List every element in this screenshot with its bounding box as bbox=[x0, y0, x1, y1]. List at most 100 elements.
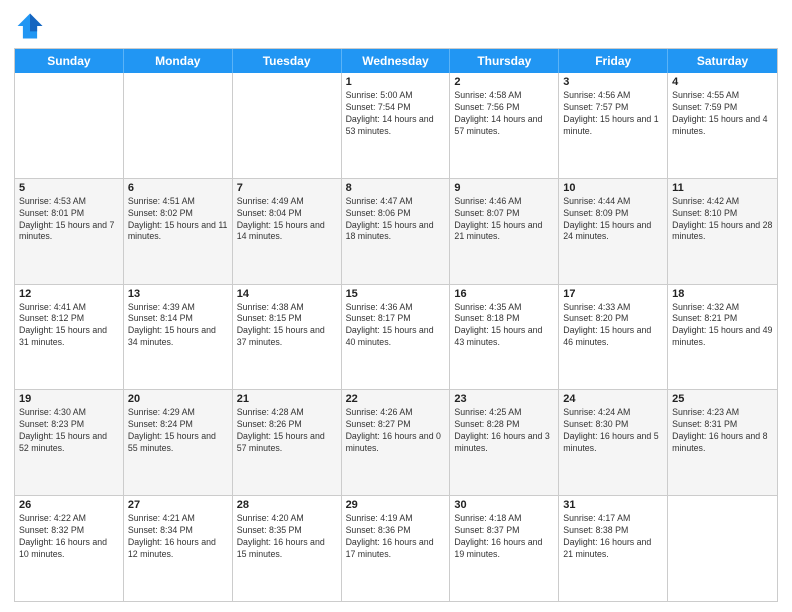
day-info: Sunrise: 4:36 AM Sunset: 8:17 PM Dayligh… bbox=[346, 302, 446, 350]
day-info: Sunrise: 4:53 AM Sunset: 8:01 PM Dayligh… bbox=[19, 196, 119, 244]
cal-cell-r2-c1: 13 Sunrise: 4:39 AM Sunset: 8:14 PM Dayli… bbox=[124, 285, 233, 390]
calendar-row-3: 19 Sunrise: 4:30 AM Sunset: 8:23 PM Dayli… bbox=[15, 389, 777, 495]
cal-cell-r2-c6: 18 Sunrise: 4:32 AM Sunset: 8:21 PM Dayli… bbox=[668, 285, 777, 390]
cal-cell-r1-c0: 5Sunrise: 4:53 AM Sunset: 8:01 PM Daylig… bbox=[15, 179, 124, 284]
calendar-row-2: 12Sunrise: 4:41 AM Sunset: 8:12 PM Dayli… bbox=[15, 284, 777, 390]
calendar-row-4: 26Sunrise: 4:22 AM Sunset: 8:32 PM Dayli… bbox=[15, 495, 777, 601]
day-number: 13 bbox=[128, 288, 228, 300]
day-number: 15 bbox=[346, 288, 446, 300]
header-thursday: Thursday bbox=[450, 49, 559, 73]
page: Sunday Monday Tuesday Wednesday Thursday… bbox=[0, 0, 792, 612]
header bbox=[14, 10, 778, 42]
cal-cell-r0-c0 bbox=[15, 73, 124, 178]
day-info: Sunrise: 4:39 AM Sunset: 8:14 PM Dayligh… bbox=[128, 302, 228, 350]
cal-cell-r2-c3: 15 Sunrise: 4:36 AM Sunset: 8:17 PM Dayli… bbox=[342, 285, 451, 390]
calendar-row-0: 1 Sunrise: 5:00 AM Sunset: 7:54 PM Daylig… bbox=[15, 73, 777, 178]
cal-cell-r1-c1: 6 Sunrise: 4:51 AM Sunset: 8:02 PM Daylig… bbox=[124, 179, 233, 284]
cal-cell-r0-c5: 3 Sunrise: 4:56 AM Sunset: 7:57 PM Daylig… bbox=[559, 73, 668, 178]
day-info: Sunrise: 4:25 AM Sunset: 8:28 PM Dayligh… bbox=[454, 407, 554, 455]
cal-cell-r4-c2: 28 Sunrise: 4:20 AM Sunset: 8:35 PM Dayli… bbox=[233, 496, 342, 601]
calendar: Sunday Monday Tuesday Wednesday Thursday… bbox=[14, 48, 778, 602]
cal-cell-r3-c5: 24Sunrise: 4:24 AM Sunset: 8:30 PM Dayli… bbox=[559, 390, 668, 495]
header-tuesday: Tuesday bbox=[233, 49, 342, 73]
cal-cell-r0-c6: 4 Sunrise: 4:55 AM Sunset: 7:59 PM Daylig… bbox=[668, 73, 777, 178]
day-info: Sunrise: 4:30 AM Sunset: 8:23 PM Dayligh… bbox=[19, 407, 119, 455]
cal-cell-r3-c1: 20Sunrise: 4:29 AM Sunset: 8:24 PM Dayli… bbox=[124, 390, 233, 495]
cal-cell-r2-c5: 17 Sunrise: 4:33 AM Sunset: 8:20 PM Dayli… bbox=[559, 285, 668, 390]
day-info: Sunrise: 4:44 AM Sunset: 8:09 PM Dayligh… bbox=[563, 196, 663, 244]
day-number: 7 bbox=[237, 182, 337, 194]
cal-cell-r0-c1 bbox=[124, 73, 233, 178]
header-friday: Friday bbox=[559, 49, 668, 73]
day-info: Sunrise: 4:41 AM Sunset: 8:12 PM Dayligh… bbox=[19, 302, 119, 350]
day-info: Sunrise: 4:22 AM Sunset: 8:32 PM Dayligh… bbox=[19, 513, 119, 561]
day-number: 27 bbox=[128, 499, 228, 511]
cal-cell-r2-c0: 12Sunrise: 4:41 AM Sunset: 8:12 PM Dayli… bbox=[15, 285, 124, 390]
calendar-body: 1 Sunrise: 5:00 AM Sunset: 7:54 PM Daylig… bbox=[15, 73, 777, 601]
day-number: 22 bbox=[346, 393, 446, 405]
cal-cell-r3-c2: 21 Sunrise: 4:28 AM Sunset: 8:26 PM Dayli… bbox=[233, 390, 342, 495]
day-info: Sunrise: 4:20 AM Sunset: 8:35 PM Dayligh… bbox=[237, 513, 337, 561]
day-number: 28 bbox=[237, 499, 337, 511]
cal-cell-r1-c5: 10 Sunrise: 4:44 AM Sunset: 8:09 PM Dayli… bbox=[559, 179, 668, 284]
day-number: 31 bbox=[563, 499, 663, 511]
day-number: 1 bbox=[346, 76, 446, 88]
day-number: 18 bbox=[672, 288, 773, 300]
logo-icon bbox=[14, 10, 46, 42]
day-info: Sunrise: 4:33 AM Sunset: 8:20 PM Dayligh… bbox=[563, 302, 663, 350]
day-info: Sunrise: 4:18 AM Sunset: 8:37 PM Dayligh… bbox=[454, 513, 554, 561]
day-number: 19 bbox=[19, 393, 119, 405]
day-number: 4 bbox=[672, 76, 773, 88]
day-info: Sunrise: 4:21 AM Sunset: 8:34 PM Dayligh… bbox=[128, 513, 228, 561]
day-number: 6 bbox=[128, 182, 228, 194]
day-info: Sunrise: 4:47 AM Sunset: 8:06 PM Dayligh… bbox=[346, 196, 446, 244]
cal-cell-r3-c3: 22Sunrise: 4:26 AM Sunset: 8:27 PM Dayli… bbox=[342, 390, 451, 495]
cal-cell-r4-c6 bbox=[668, 496, 777, 601]
day-info: Sunrise: 5:00 AM Sunset: 7:54 PM Dayligh… bbox=[346, 90, 446, 138]
cal-cell-r4-c5: 31 Sunrise: 4:17 AM Sunset: 8:38 PM Dayli… bbox=[559, 496, 668, 601]
day-number: 11 bbox=[672, 182, 773, 194]
header-wednesday: Wednesday bbox=[342, 49, 451, 73]
cal-cell-r0-c3: 1 Sunrise: 5:00 AM Sunset: 7:54 PM Daylig… bbox=[342, 73, 451, 178]
cal-cell-r0-c2 bbox=[233, 73, 342, 178]
cal-cell-r0-c4: 2 Sunrise: 4:58 AM Sunset: 7:56 PM Daylig… bbox=[450, 73, 559, 178]
day-info: Sunrise: 4:17 AM Sunset: 8:38 PM Dayligh… bbox=[563, 513, 663, 561]
header-saturday: Saturday bbox=[668, 49, 777, 73]
day-number: 16 bbox=[454, 288, 554, 300]
calendar-row-1: 5Sunrise: 4:53 AM Sunset: 8:01 PM Daylig… bbox=[15, 178, 777, 284]
cal-cell-r3-c4: 23 Sunrise: 4:25 AM Sunset: 8:28 PM Dayli… bbox=[450, 390, 559, 495]
header-sunday: Sunday bbox=[15, 49, 124, 73]
day-number: 23 bbox=[454, 393, 554, 405]
cal-cell-r2-c2: 14Sunrise: 4:38 AM Sunset: 8:15 PM Dayli… bbox=[233, 285, 342, 390]
header-monday: Monday bbox=[124, 49, 233, 73]
day-number: 21 bbox=[237, 393, 337, 405]
day-number: 3 bbox=[563, 76, 663, 88]
day-info: Sunrise: 4:42 AM Sunset: 8:10 PM Dayligh… bbox=[672, 196, 773, 244]
day-number: 24 bbox=[563, 393, 663, 405]
day-number: 8 bbox=[346, 182, 446, 194]
cal-cell-r1-c4: 9Sunrise: 4:46 AM Sunset: 8:07 PM Daylig… bbox=[450, 179, 559, 284]
day-info: Sunrise: 4:58 AM Sunset: 7:56 PM Dayligh… bbox=[454, 90, 554, 138]
cal-cell-r4-c4: 30 Sunrise: 4:18 AM Sunset: 8:37 PM Dayli… bbox=[450, 496, 559, 601]
day-info: Sunrise: 4:55 AM Sunset: 7:59 PM Dayligh… bbox=[672, 90, 773, 138]
day-info: Sunrise: 4:29 AM Sunset: 8:24 PM Dayligh… bbox=[128, 407, 228, 455]
day-number: 10 bbox=[563, 182, 663, 194]
cal-cell-r1-c2: 7Sunrise: 4:49 AM Sunset: 8:04 PM Daylig… bbox=[233, 179, 342, 284]
day-number: 17 bbox=[563, 288, 663, 300]
cal-cell-r4-c0: 26Sunrise: 4:22 AM Sunset: 8:32 PM Dayli… bbox=[15, 496, 124, 601]
day-info: Sunrise: 4:56 AM Sunset: 7:57 PM Dayligh… bbox=[563, 90, 663, 138]
day-number: 9 bbox=[454, 182, 554, 194]
cal-cell-r3-c6: 25Sunrise: 4:23 AM Sunset: 8:31 PM Dayli… bbox=[668, 390, 777, 495]
calendar-header: Sunday Monday Tuesday Wednesday Thursday… bbox=[15, 49, 777, 73]
day-info: Sunrise: 4:51 AM Sunset: 8:02 PM Dayligh… bbox=[128, 196, 228, 244]
cal-cell-r4-c1: 27 Sunrise: 4:21 AM Sunset: 8:34 PM Dayli… bbox=[124, 496, 233, 601]
day-number: 30 bbox=[454, 499, 554, 511]
day-info: Sunrise: 4:23 AM Sunset: 8:31 PM Dayligh… bbox=[672, 407, 773, 455]
cal-cell-r3-c0: 19 Sunrise: 4:30 AM Sunset: 8:23 PM Dayli… bbox=[15, 390, 124, 495]
cal-cell-r2-c4: 16Sunrise: 4:35 AM Sunset: 8:18 PM Dayli… bbox=[450, 285, 559, 390]
day-info: Sunrise: 4:32 AM Sunset: 8:21 PM Dayligh… bbox=[672, 302, 773, 350]
day-number: 2 bbox=[454, 76, 554, 88]
day-info: Sunrise: 4:28 AM Sunset: 8:26 PM Dayligh… bbox=[237, 407, 337, 455]
cal-cell-r4-c3: 29Sunrise: 4:19 AM Sunset: 8:36 PM Dayli… bbox=[342, 496, 451, 601]
cal-cell-r1-c6: 11 Sunrise: 4:42 AM Sunset: 8:10 PM Dayli… bbox=[668, 179, 777, 284]
